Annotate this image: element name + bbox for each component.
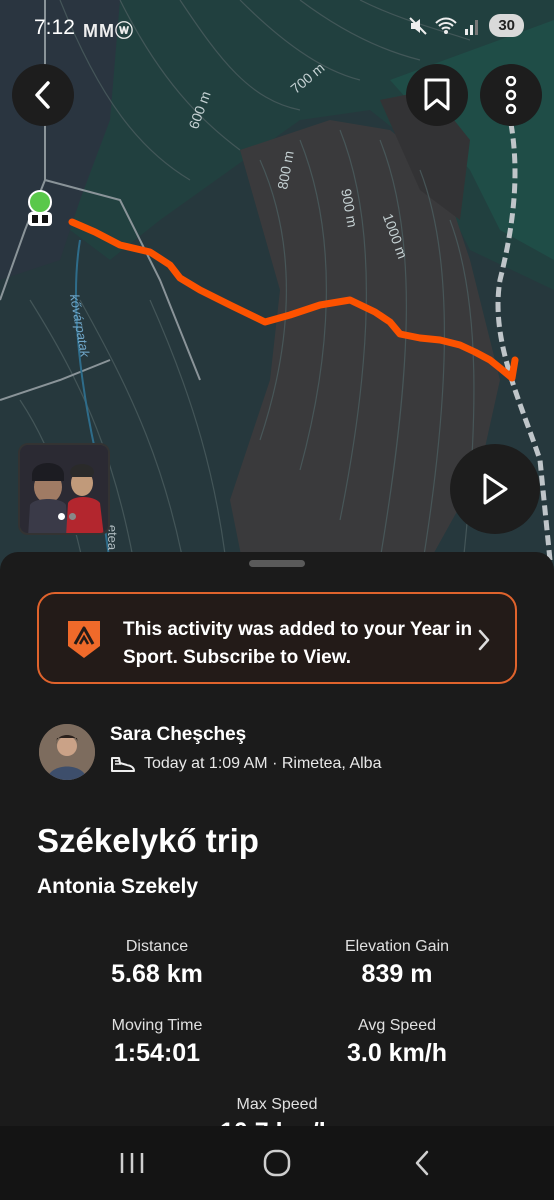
stat-label: Elevation Gain <box>344 938 450 955</box>
play-icon <box>483 473 508 505</box>
activity-details-sheet[interactable]: This activity was added to your Year in … <box>0 552 554 1200</box>
athlete-name[interactable]: Sara Cheşcheş <box>110 724 246 746</box>
bookmark-icon <box>424 78 450 111</box>
stat-label: Avg Speed <box>358 1017 436 1034</box>
activity-meta: Today at 1:09 AM · Rimetea, Alba <box>110 754 381 774</box>
stat-value: 5.68 km <box>111 960 203 988</box>
stat-distance: Distance 5.68 km <box>37 938 277 989</box>
route-map[interactable]: 600 m 700 m 800 m 900 m 1000 m kővárpata… <box>0 0 554 600</box>
wifi-icon <box>435 17 458 34</box>
stat-avg-speed: Avg Speed 3.0 km/h <box>277 1017 517 1068</box>
stat-label: Distance <box>125 938 189 955</box>
stat-moving-time: Moving Time 1:54:01 <box>37 1017 277 1068</box>
sheet-drag-handle[interactable] <box>249 560 305 567</box>
system-navigation-bar <box>0 1126 554 1200</box>
year-in-sport-icon <box>68 621 100 658</box>
back-arrow-icon <box>415 1150 428 1176</box>
photo-page-dots <box>58 513 76 520</box>
home-button[interactable] <box>247 1138 307 1188</box>
chevron-left-icon <box>35 81 50 109</box>
year-in-sport-banner[interactable]: This activity was added to your Year in … <box>37 592 517 684</box>
notification-icons: MMⓦ <box>83 21 134 41</box>
stat-value: 3.0 km/h <box>346 1039 448 1067</box>
banner-text: This activity was added to your Year in … <box>123 619 473 668</box>
home-icon <box>263 1149 291 1177</box>
battery-indicator: 30 <box>489 14 524 37</box>
stat-value: 1:54:01 <box>113 1039 201 1067</box>
more-options-button[interactable] <box>480 64 542 126</box>
recent-apps-icon <box>121 1153 144 1173</box>
signal-icon <box>465 19 479 35</box>
activity-subtitle: Antonia Szekely <box>37 875 199 898</box>
bookmark-button[interactable] <box>406 64 468 126</box>
play-flyover-button[interactable] <box>450 444 540 534</box>
system-back-button[interactable] <box>392 1138 452 1188</box>
activity-meta-text: Today at 1:09 AM · Rimetea, Alba <box>144 755 382 772</box>
back-button[interactable] <box>12 64 74 126</box>
activity-title: Székelykő trip <box>37 822 259 859</box>
stat-value: 839 m <box>361 960 433 988</box>
photo-image <box>20 445 108 533</box>
chevron-right-icon <box>478 629 490 651</box>
stat-elevation-gain: Elevation Gain 839 m <box>277 938 517 989</box>
hiking-shoe-icon <box>111 757 135 772</box>
mute-icon <box>409 16 428 35</box>
avatar-image <box>39 724 95 780</box>
status-bar: 7:12 MMⓦ 30 <box>0 0 554 56</box>
status-time: 7:12 <box>34 16 75 39</box>
avatar[interactable] <box>39 724 95 780</box>
stat-label: Moving Time <box>111 1017 203 1034</box>
photo-thumbnail[interactable] <box>18 443 110 535</box>
more-vertical-icon <box>505 76 517 114</box>
stat-label: Max Speed <box>236 1096 318 1113</box>
recent-apps-button[interactable] <box>102 1138 162 1188</box>
